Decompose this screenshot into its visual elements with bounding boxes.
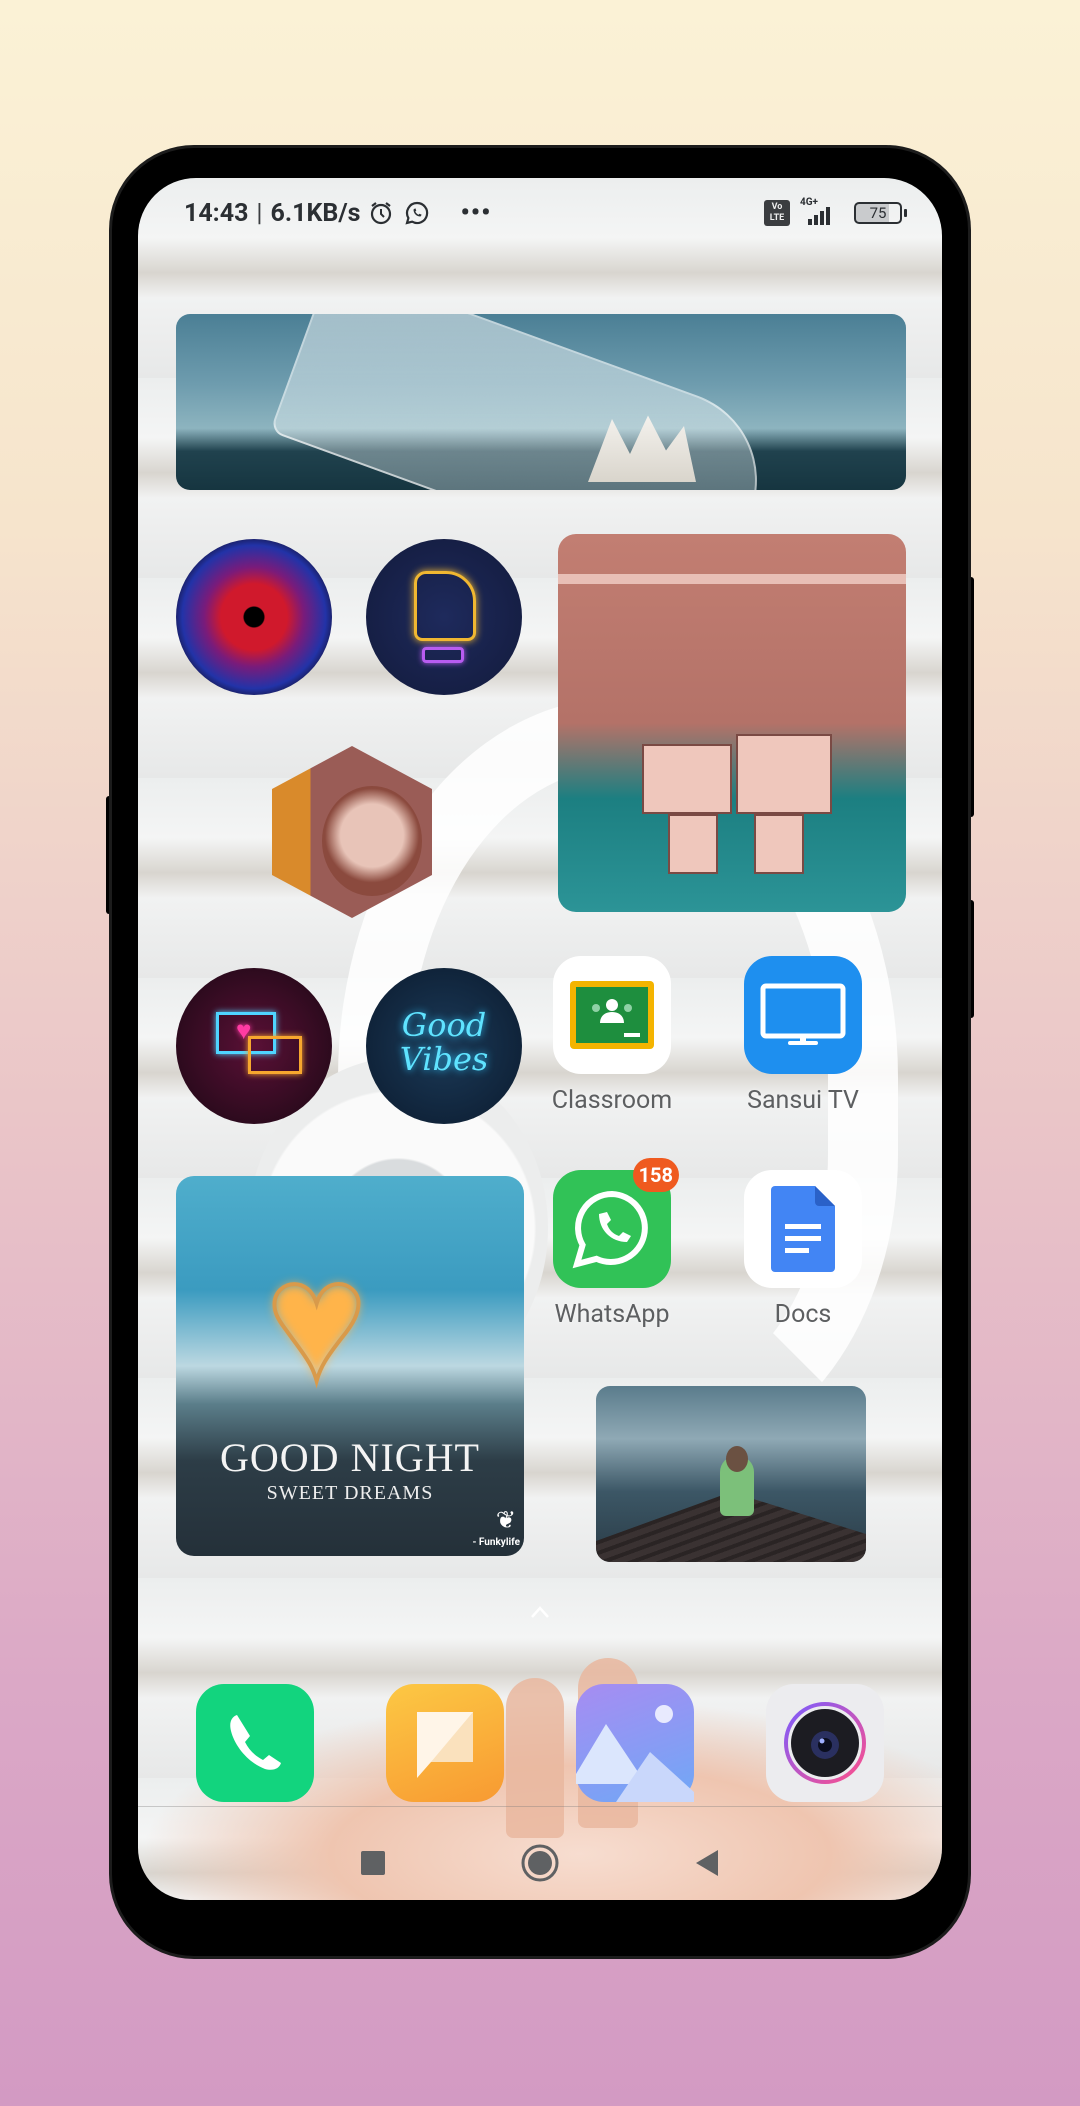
photo-widget-bottle-ship[interactable] [176,314,906,490]
recents-button[interactable] [348,1840,398,1890]
photo-widget-neon-hand[interactable] [366,539,522,695]
keychain-figure [736,734,832,814]
good-night-subtitle: SWEET DREAMS [266,1482,434,1504]
google-classroom-icon [553,956,671,1074]
tv-icon [744,956,862,1074]
butterfly-icon: ❦ [495,1506,516,1534]
bottle-image [269,314,783,490]
battery-level: 75 [869,204,887,222]
photo-widget-good-vibes[interactable]: Good Vibes [366,968,522,1124]
rope-image [558,574,906,584]
volte-icon: Vo LTE [764,200,790,226]
volte-label: Vo [771,202,783,212]
lte-label: LTE [769,213,785,223]
notification-badge: 158 [632,1158,679,1192]
photo-widget-pier-girl[interactable] [596,1386,866,1562]
neon-bubble-image [248,1036,302,1074]
keychain-figure [642,744,732,814]
google-docs-icon [744,1170,862,1288]
app-label: Docs [774,1300,832,1329]
network-speed: 6.1KB/s [270,198,361,228]
photo-widget-neon-chat[interactable]: ♥ [176,968,332,1124]
keychain-figure-body [754,814,804,874]
message-icon[interactable] [386,1684,504,1802]
whatsapp-icon [402,198,432,228]
signal-bars [808,207,830,225]
gallery-icon[interactable] [576,1684,694,1802]
keychain-figure-body [668,814,718,874]
back-icon [694,1848,720,1882]
photo-widget-neon-wolf[interactable] [176,539,332,695]
good-vibes-text: Good Vibes [399,1006,489,1078]
alarm-icon [366,198,396,228]
battery-icon: 75 [854,202,907,224]
neon-heart-icon: ♥ [236,1016,252,1046]
app-classroom[interactable]: Classroom [537,956,687,1115]
app-label: WhatsApp [554,1300,670,1329]
navigation-bar [138,1818,942,1894]
whatsapp-icon: 158 [553,1158,679,1288]
app-docs[interactable]: Docs [728,1170,878,1329]
neon-wristband-image [422,647,464,663]
signal-icon: 4G+ [800,197,844,227]
home-screen: 14:43 | 6.1KB/s ••• Vo LTE 4G+ 75 ♥ Good… [138,178,942,1900]
home-icon [520,1843,560,1887]
girl-hair-image [726,1446,748,1472]
clock: 14:43 [184,198,249,228]
recents-icon [360,1850,386,1880]
status-separator: | [256,198,263,228]
app-drawer-chevron-icon[interactable] [530,1604,550,1624]
neon-hand-image [414,571,476,641]
status-bar: 14:43 | 6.1KB/s ••• Vo LTE 4G+ 75 [138,178,942,248]
anime-face-image [322,786,422,896]
app-label: Sansui TV [747,1086,859,1115]
good-night-title: GOOD NIGHT [220,1435,480,1480]
app-label: Classroom [551,1086,673,1115]
camera-icon[interactable] [766,1684,884,1802]
photo-widget-keychains[interactable] [558,534,906,912]
good-night-credit: - Funkylife [472,1537,520,1548]
dock [138,1684,942,1802]
more-notifications-icon: ••• [460,198,492,228]
app-sansui-tv[interactable]: Sansui TV [728,956,878,1115]
dock-divider [138,1806,942,1807]
phone-icon[interactable] [196,1684,314,1802]
heart-lights-image: ♥ [264,1221,369,1421]
back-button[interactable] [682,1840,732,1890]
app-whatsapp[interactable]: 158 WhatsApp [537,1158,687,1329]
photo-widget-good-night[interactable]: ♥ GOOD NIGHT SWEET DREAMS ❦ - Funkylife [176,1176,524,1556]
home-button[interactable] [515,1840,565,1890]
